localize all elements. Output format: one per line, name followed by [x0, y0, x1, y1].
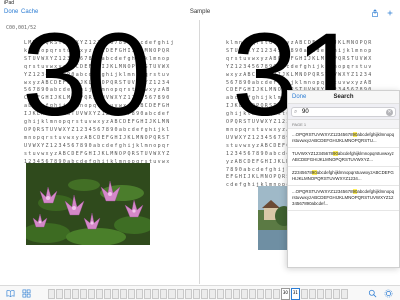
status-device: iPad	[4, 0, 15, 6]
page-thumbnail[interactable]	[176, 289, 184, 299]
page-thumbnail[interactable]	[64, 289, 72, 299]
search-panel-header: Done Search	[288, 91, 399, 104]
page-thumbnail[interactable]	[88, 289, 96, 299]
status-bar: iPad	[0, 0, 400, 7]
page-thumbnail[interactable]	[104, 289, 112, 299]
book-icon[interactable]	[6, 289, 15, 298]
page-thumbnail[interactable]	[248, 289, 256, 299]
text-line: stuvwxyzABCDEFGHIJKLMNOPQRSTUVWXYZ	[24, 150, 171, 157]
page-thumbnail[interactable]	[48, 289, 56, 299]
search-result-item[interactable]: ...OPQRSTUVWXYZ1234567890abcdefghijklmno…	[288, 129, 399, 148]
results-section-header: PAGE 1	[288, 120, 399, 129]
page-thumbnail[interactable]	[256, 289, 264, 299]
page-thumbnail[interactable]	[144, 289, 152, 299]
page-thumbnail[interactable]	[240, 289, 248, 299]
page-thumbnail[interactable]	[96, 289, 104, 299]
page-thumbnail[interactable]	[216, 289, 224, 299]
search-query: 90	[302, 109, 309, 115]
search-result-item[interactable]: ...OPQRSTUVWXYZ1234567890abcdefghijklmno…	[288, 186, 399, 211]
page-divider	[199, 20, 200, 284]
page-thumbnail[interactable]	[272, 289, 280, 299]
search-result-text: TUVWXYZ12345678	[292, 151, 333, 156]
page-thumbnail[interactable]	[128, 289, 136, 299]
search-icon[interactable]	[368, 289, 377, 298]
page-thumbnail[interactable]	[168, 289, 176, 299]
gear-icon[interactable]	[384, 289, 393, 298]
page-thumbnail[interactable]	[324, 289, 332, 299]
search-panel-title: Search	[333, 94, 354, 100]
search-result-text: ...OPQRSTUVWXYZ12345678	[292, 132, 353, 137]
page-thumbnail[interactable]	[200, 289, 208, 299]
page-thumbnail[interactable]	[232, 289, 240, 299]
page-thumbnail[interactable]	[72, 289, 80, 299]
share-icon[interactable]	[371, 9, 379, 17]
bottom-toolbar: 30 31	[0, 285, 400, 300]
lotus-photo	[26, 163, 150, 245]
page-thumbnail[interactable]	[300, 289, 308, 299]
grid-icon[interactable]	[22, 289, 31, 298]
page-thumbnail[interactable]	[120, 289, 128, 299]
page-thumbnail[interactable]	[184, 289, 192, 299]
search-result-item[interactable]: TUVWXYZ1234567890abcdefghijklmnopqrstuvw…	[288, 148, 399, 167]
page-thumbnail[interactable]	[224, 289, 232, 299]
page-number-30: 30	[22, 9, 151, 141]
page-thumbnail[interactable]	[208, 289, 216, 299]
search-results-list: ...OPQRSTUVWXYZ1234567890abcdefghijklmno…	[288, 129, 399, 211]
text-line: UVWXYZ1234567890abcdefghijklmnopqr	[24, 142, 171, 149]
page-thumbnail[interactable]	[308, 289, 316, 299]
page-thumbnail-strip[interactable]: 30 31	[48, 288, 349, 300]
search-bar: ⌕ 90 ✕	[288, 104, 399, 120]
page-thumbnail[interactable]	[332, 289, 340, 299]
search-icon: ⌕	[294, 109, 298, 115]
page-thumbnail[interactable]	[56, 289, 64, 299]
page-thumbnail[interactable]: 30	[280, 288, 290, 300]
page-thumbnail[interactable]	[264, 289, 272, 299]
page-thumbnail[interactable]	[152, 289, 160, 299]
page-thumbnail[interactable]	[316, 289, 324, 299]
search-result-text: ...OPQRSTUVWXYZ12345678	[292, 189, 353, 194]
search-input[interactable]: ⌕ 90 ✕	[291, 107, 396, 117]
page-thumbnail[interactable]	[136, 289, 144, 299]
page-thumbnail[interactable]	[80, 289, 88, 299]
search-result-text: Z2345678	[292, 170, 312, 175]
search-panel: Done Search ⌕ 90 ✕ PAGE 1 ...OPQRSTUVWXY…	[287, 90, 400, 268]
more-icon[interactable]	[386, 9, 394, 17]
page-thumbnail[interactable]	[112, 289, 120, 299]
clear-icon[interactable]: ✕	[386, 109, 393, 116]
page-thumbnail[interactable]: 31	[290, 288, 300, 300]
search-result-item[interactable]: Z234567890abcdefghijklmnopqrstuvwxyzABCD…	[288, 167, 399, 186]
page-thumbnail[interactable]	[341, 289, 349, 299]
page-thumbnail[interactable]	[192, 289, 200, 299]
page-thumbnail[interactable]	[160, 289, 168, 299]
